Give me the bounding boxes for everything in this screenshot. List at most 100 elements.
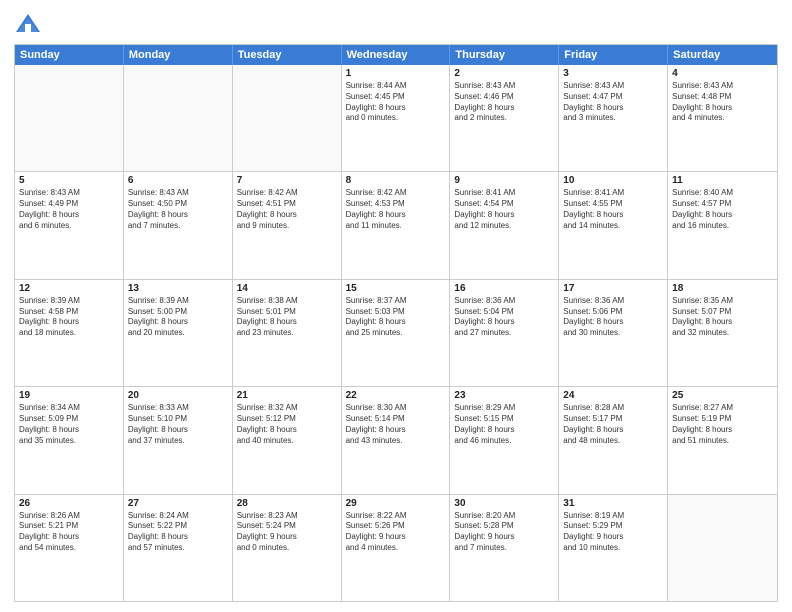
cell-detail: Sunrise: 8:20 AMSunset: 5:28 PMDaylight:… — [454, 511, 554, 554]
day-number: 13 — [128, 283, 228, 294]
cell-detail: Sunrise: 8:23 AMSunset: 5:24 PMDaylight:… — [237, 511, 337, 554]
day-number: 30 — [454, 498, 554, 509]
calendar-cell-31: 31 Sunrise: 8:19 AMSunset: 5:29 PMDayligh… — [559, 495, 668, 601]
cell-detail: Sunrise: 8:43 AMSunset: 4:48 PMDaylight:… — [672, 81, 773, 124]
cell-detail: Sunrise: 8:29 AMSunset: 5:15 PMDaylight:… — [454, 403, 554, 446]
cell-detail: Sunrise: 8:43 AMSunset: 4:50 PMDaylight:… — [128, 188, 228, 231]
day-number: 26 — [19, 498, 119, 509]
calendar-cell-21: 21 Sunrise: 8:32 AMSunset: 5:12 PMDayligh… — [233, 387, 342, 493]
calendar-cell-8: 8 Sunrise: 8:42 AMSunset: 4:53 PMDaylight… — [342, 172, 451, 278]
calendar-cell-6: 6 Sunrise: 8:43 AMSunset: 4:50 PMDaylight… — [124, 172, 233, 278]
cell-detail: Sunrise: 8:42 AMSunset: 4:53 PMDaylight:… — [346, 188, 446, 231]
cell-detail: Sunrise: 8:30 AMSunset: 5:14 PMDaylight:… — [346, 403, 446, 446]
calendar-cell-9: 9 Sunrise: 8:41 AMSunset: 4:54 PMDaylight… — [450, 172, 559, 278]
cell-detail: Sunrise: 8:36 AMSunset: 5:04 PMDaylight:… — [454, 296, 554, 339]
calendar-cell-10: 10 Sunrise: 8:41 AMSunset: 4:55 PMDayligh… — [559, 172, 668, 278]
calendar-cell-17: 17Sunrise: 8:36 AMSunset: 5:06 PMDayligh… — [559, 280, 668, 386]
calendar-cell-28: 28Sunrise: 8:23 AMSunset: 5:24 PMDayligh… — [233, 495, 342, 601]
calendar-cell-12: 12Sunrise: 8:39 AMSunset: 4:58 PMDayligh… — [15, 280, 124, 386]
day-number: 4 — [672, 68, 773, 79]
calendar-cell-7: 7Sunrise: 8:42 AMSunset: 4:51 PMDaylight… — [233, 172, 342, 278]
calendar-cell-empty-0-0 — [15, 65, 124, 171]
cell-detail: Sunrise: 8:39 AMSunset: 5:00 PMDaylight:… — [128, 296, 228, 339]
cell-detail: Sunrise: 8:43 AMSunset: 4:46 PMDaylight:… — [454, 81, 554, 124]
calendar-week-3: 12Sunrise: 8:39 AMSunset: 4:58 PMDayligh… — [15, 280, 777, 387]
calendar-cell-24: 24Sunrise: 8:28 AMSunset: 5:17 PMDayligh… — [559, 387, 668, 493]
cell-detail: Sunrise: 8:43 AMSunset: 4:47 PMDaylight:… — [563, 81, 663, 124]
cell-detail: Sunrise: 8:27 AMSunset: 5:19 PMDaylight:… — [672, 403, 773, 446]
day-number: 14 — [237, 283, 337, 294]
cell-detail: Sunrise: 8:36 AMSunset: 5:06 PMDaylight:… — [563, 296, 663, 339]
calendar-week-2: 5Sunrise: 8:43 AMSunset: 4:49 PMDaylight… — [15, 172, 777, 279]
day-number: 24 — [563, 390, 663, 401]
cell-detail: Sunrise: 8:33 AMSunset: 5:10 PMDaylight:… — [128, 403, 228, 446]
cell-detail: Sunrise: 8:32 AMSunset: 5:12 PMDaylight:… — [237, 403, 337, 446]
calendar-cell-11: 11 Sunrise: 8:40 AMSunset: 4:57 PMDayligh… — [668, 172, 777, 278]
calendar-body: 1 Sunrise: 8:44 AMSunset: 4:45 PMDaylight… — [15, 65, 777, 601]
header — [14, 10, 778, 38]
day-number: 11 — [672, 175, 773, 186]
cell-detail: Sunrise: 8:26 AMSunset: 5:21 PMDaylight:… — [19, 511, 119, 554]
calendar-cell-29: 29 Sunrise: 8:22 AMSunset: 5:26 PMDayligh… — [342, 495, 451, 601]
calendar-cell-empty-4-6 — [668, 495, 777, 601]
day-number: 2 — [454, 68, 554, 79]
day-number: 25 — [672, 390, 773, 401]
calendar-cell-19: 19 Sunrise: 8:34 AMSunset: 5:09 PMDayligh… — [15, 387, 124, 493]
calendar-cell-18: 18 Sunrise: 8:35 AMSunset: 5:07 PMDayligh… — [668, 280, 777, 386]
calendar-cell-5: 5Sunrise: 8:43 AMSunset: 4:49 PMDaylight… — [15, 172, 124, 278]
calendar-cell-25: 25 Sunrise: 8:27 AMSunset: 5:19 PMDayligh… — [668, 387, 777, 493]
calendar-cell-16: 16Sunrise: 8:36 AMSunset: 5:04 PMDayligh… — [450, 280, 559, 386]
calendar-week-4: 19 Sunrise: 8:34 AMSunset: 5:09 PMDayligh… — [15, 387, 777, 494]
day-number: 18 — [672, 283, 773, 294]
day-number: 20 — [128, 390, 228, 401]
calendar-cell-26: 26 Sunrise: 8:26 AMSunset: 5:21 PMDayligh… — [15, 495, 124, 601]
cell-detail: Sunrise: 8:35 AMSunset: 5:07 PMDaylight:… — [672, 296, 773, 339]
calendar-cell-2: 2 Sunrise: 8:43 AMSunset: 4:46 PMDaylight… — [450, 65, 559, 171]
day-number: 21 — [237, 390, 337, 401]
cell-detail: Sunrise: 8:40 AMSunset: 4:57 PMDaylight:… — [672, 188, 773, 231]
calendar-cell-1: 1 Sunrise: 8:44 AMSunset: 4:45 PMDaylight… — [342, 65, 451, 171]
day-number: 19 — [19, 390, 119, 401]
day-number: 12 — [19, 283, 119, 294]
day-number: 1 — [346, 68, 446, 79]
day-number: 27 — [128, 498, 228, 509]
cell-detail: Sunrise: 8:43 AMSunset: 4:49 PMDaylight:… — [19, 188, 119, 231]
weekday-header-sunday: Sunday — [15, 45, 124, 65]
day-number: 22 — [346, 390, 446, 401]
calendar-cell-3: 3 Sunrise: 8:43 AMSunset: 4:47 PMDaylight… — [559, 65, 668, 171]
day-number: 6 — [128, 175, 228, 186]
cell-detail: Sunrise: 8:22 AMSunset: 5:26 PMDaylight:… — [346, 511, 446, 554]
cell-detail: Sunrise: 8:19 AMSunset: 5:29 PMDaylight:… — [563, 511, 663, 554]
calendar-cell-15: 15Sunrise: 8:37 AMSunset: 5:03 PMDayligh… — [342, 280, 451, 386]
cell-detail: Sunrise: 8:24 AMSunset: 5:22 PMDaylight:… — [128, 511, 228, 554]
day-number: 15 — [346, 283, 446, 294]
calendar-page: SundayMondayTuesdayWednesdayThursdayFrid… — [0, 0, 792, 612]
calendar: SundayMondayTuesdayWednesdayThursdayFrid… — [14, 44, 778, 602]
day-number: 10 — [563, 175, 663, 186]
weekday-header-saturday: Saturday — [668, 45, 777, 65]
day-number: 9 — [454, 175, 554, 186]
weekday-header-friday: Friday — [559, 45, 668, 65]
day-number: 23 — [454, 390, 554, 401]
cell-detail: Sunrise: 8:41 AMSunset: 4:54 PMDaylight:… — [454, 188, 554, 231]
cell-detail: Sunrise: 8:41 AMSunset: 4:55 PMDaylight:… — [563, 188, 663, 231]
day-number: 8 — [346, 175, 446, 186]
cell-detail: Sunrise: 8:38 AMSunset: 5:01 PMDaylight:… — [237, 296, 337, 339]
weekday-header-tuesday: Tuesday — [233, 45, 342, 65]
calendar-cell-empty-0-2 — [233, 65, 342, 171]
calendar-cell-4: 4 Sunrise: 8:43 AMSunset: 4:48 PMDaylight… — [668, 65, 777, 171]
calendar-cell-30: 30 Sunrise: 8:20 AMSunset: 5:28 PMDayligh… — [450, 495, 559, 601]
day-number: 3 — [563, 68, 663, 79]
calendar-cell-27: 27 Sunrise: 8:24 AMSunset: 5:22 PMDayligh… — [124, 495, 233, 601]
calendar-cell-20: 20 Sunrise: 8:33 AMSunset: 5:10 PMDayligh… — [124, 387, 233, 493]
weekday-header-wednesday: Wednesday — [342, 45, 451, 65]
calendar-week-5: 26 Sunrise: 8:26 AMSunset: 5:21 PMDayligh… — [15, 495, 777, 601]
calendar-week-1: 1 Sunrise: 8:44 AMSunset: 4:45 PMDaylight… — [15, 65, 777, 172]
logo — [14, 10, 46, 38]
calendar-header: SundayMondayTuesdayWednesdayThursdayFrid… — [15, 45, 777, 65]
calendar-cell-14: 14 Sunrise: 8:38 AMSunset: 5:01 PMDayligh… — [233, 280, 342, 386]
day-number: 31 — [563, 498, 663, 509]
cell-detail: Sunrise: 8:34 AMSunset: 5:09 PMDaylight:… — [19, 403, 119, 446]
cell-detail: Sunrise: 8:44 AMSunset: 4:45 PMDaylight:… — [346, 81, 446, 124]
day-number: 29 — [346, 498, 446, 509]
